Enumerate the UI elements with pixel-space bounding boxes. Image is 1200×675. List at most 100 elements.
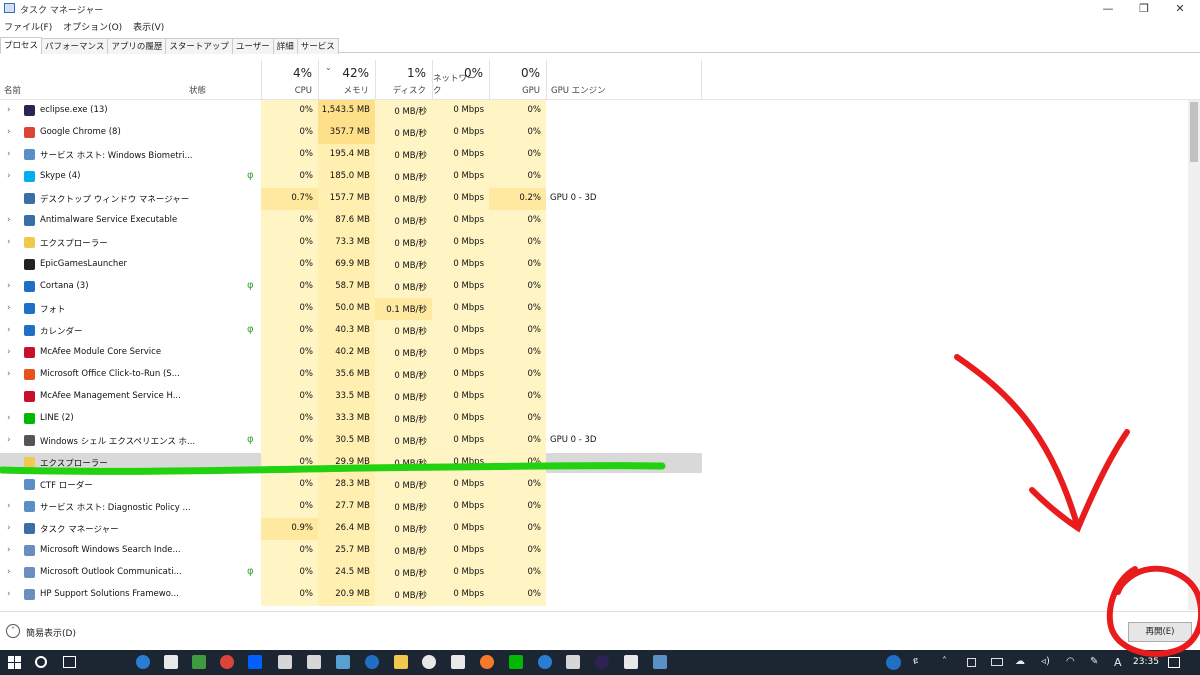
alarm-icon[interactable] (422, 655, 436, 669)
expand-chevron-icon[interactable]: › (7, 501, 11, 511)
expand-chevron-icon[interactable]: › (7, 435, 11, 445)
column-cpu[interactable]: 4% CPU (261, 60, 318, 100)
chevron-up-icon[interactable]: ˄ (6, 624, 20, 638)
column-gpu[interactable]: 0% GPU (489, 60, 546, 100)
column-disk[interactable]: 1% ディスク (375, 60, 432, 100)
close-button[interactable]: ✕ (1160, 0, 1200, 18)
process-row[interactable]: › HP Support Solutions Framewo... 0% 20.9 M… (0, 584, 1188, 606)
expand-chevron-icon[interactable]: › (7, 127, 11, 137)
expand-chevron-icon[interactable]: › (7, 303, 11, 313)
column-gpu-engine[interactable]: GPU エンジン (546, 60, 701, 100)
tray-app-icon[interactable] (967, 658, 976, 667)
expand-chevron-icon[interactable]: › (7, 567, 11, 577)
ime-indicator[interactable]: A (1114, 656, 1122, 669)
windows-start-icon[interactable] (8, 656, 21, 669)
process-row[interactable]: › Google Chrome (8) 0% 357.7 MB 0 MB/秒 0 Mbps… (0, 122, 1188, 144)
fewer-details-link[interactable]: 簡易表示(D) (26, 626, 76, 639)
expand-chevron-icon[interactable]: › (7, 325, 11, 335)
chevron-up-tray-icon[interactable]: ˄ (942, 656, 947, 667)
expand-chevron-icon[interactable]: › (7, 171, 11, 181)
process-row[interactable]: › eclipse.exe (13) 0% 1,543.5 MB 0 MB/秒 0 Mbp… (0, 100, 1188, 122)
help-icon[interactable] (886, 655, 901, 670)
app-icon-green[interactable] (192, 655, 206, 669)
scrollbar-thumb[interactable] (1190, 102, 1198, 162)
column-memory[interactable]: ⌄ 42% メモリ (318, 60, 375, 100)
process-row[interactable]: › Antimalware Service Executable 0% 87.6 MB… (0, 210, 1188, 232)
expand-chevron-icon[interactable]: › (7, 545, 11, 555)
battery-icon[interactable] (991, 658, 1003, 666)
process-row[interactable]: EpicGamesLauncher 0% 69.9 MB 0 MB/秒 0 Mbps 0% (0, 254, 1188, 276)
calendar-icon[interactable] (307, 655, 321, 669)
menu-file[interactable]: ファイル(F) (0, 18, 56, 35)
expand-chevron-icon[interactable]: › (7, 281, 11, 291)
process-row[interactable]: CTF ローダー 0% 28.3 MB 0 MB/秒 0 Mbps 0% (0, 474, 1188, 496)
process-row[interactable]: › Windows シェル エクスペリエンス ホ... φ 0% 30.5 MB 0 MB… (0, 430, 1188, 452)
menu-view[interactable]: 表示(V) (129, 18, 168, 35)
process-row[interactable]: › フォト 0% 50.0 MB 0.1 MB/秒 0 Mbps 0% (0, 298, 1188, 320)
process-row[interactable]: › Microsoft Office Click-to-Run (S... 0% 35… (0, 364, 1188, 386)
eclipse-icon[interactable] (595, 655, 609, 669)
tab-users[interactable]: ユーザー (231, 38, 274, 54)
search-circle-icon[interactable] (35, 656, 47, 668)
mail-icon[interactable] (278, 655, 292, 669)
photos-icon[interactable] (624, 655, 638, 669)
process-row[interactable]: › McAfee Module Core Service 0% 40.2 MB 0 MB… (0, 342, 1188, 364)
internet-explorer-icon[interactable] (538, 655, 552, 669)
pen-icon[interactable]: ✎ (1090, 656, 1098, 667)
process-row[interactable]: › カレンダー φ 0% 40.3 MB 0 MB/秒 0 Mbps 0% (0, 320, 1188, 342)
process-row[interactable]: › エクスプローラー 0% 73.3 MB 0 MB/秒 0 Mbps 0% (0, 232, 1188, 254)
wifi-icon[interactable]: ◠ (1066, 656, 1075, 667)
tab-app-history[interactable]: アプリの履歴 (107, 38, 167, 54)
process-row[interactable]: › Microsoft Outlook Communicati... φ 0% 24.5… (0, 562, 1188, 584)
maximize-button[interactable]: ❐ (1124, 0, 1164, 18)
expand-chevron-icon[interactable]: › (7, 589, 11, 599)
tab-performance[interactable]: パフォーマンス (41, 38, 109, 54)
app-icon-blue[interactable] (336, 655, 350, 669)
line-icon[interactable] (509, 655, 523, 669)
store-icon[interactable] (164, 655, 178, 669)
tab-details[interactable]: 詳細 (272, 38, 298, 54)
expand-chevron-icon[interactable]: › (7, 215, 11, 225)
process-row[interactable]: デスクトップ ウィンドウ マネージャー 0.7% 157.7 MB 0 MB/秒 0 M… (0, 188, 1188, 210)
blender-icon[interactable] (480, 655, 494, 669)
app-icon-circle[interactable] (365, 655, 379, 669)
task-manager-taskbar-icon[interactable] (653, 655, 667, 669)
process-row[interactable]: › Skype (4) φ 0% 185.0 MB 0 MB/秒 0 Mbps 0% (0, 166, 1188, 188)
task-view-icon[interactable] (63, 656, 76, 668)
tab-services[interactable]: サービス (296, 38, 339, 54)
expand-chevron-icon[interactable]: › (7, 523, 11, 533)
expand-chevron-icon[interactable]: › (7, 105, 11, 115)
tab-startup[interactable]: スタートアップ (165, 38, 233, 54)
minimize-button[interactable]: — (1088, 0, 1128, 18)
expand-chevron-icon[interactable]: › (7, 237, 11, 247)
edge-icon[interactable] (136, 655, 150, 669)
calculator-icon[interactable] (566, 655, 580, 669)
process-row[interactable]: › タスク マネージャー 0.9% 26.4 MB 0 MB/秒 0 Mbps 0% (0, 518, 1188, 540)
expand-chevron-icon[interactable]: › (7, 149, 11, 159)
cloud-icon[interactable]: ☁ (1015, 656, 1025, 667)
expand-chevron-icon[interactable]: › (7, 369, 11, 379)
process-row[interactable]: エクスプローラー 0% 29.9 MB 0 MB/秒 0 Mbps 0% (0, 452, 1188, 474)
people-icon[interactable]: ዩ (913, 656, 918, 667)
vertical-scrollbar[interactable] (1188, 100, 1200, 610)
tab-processes[interactable]: プロセス (0, 37, 43, 54)
process-row[interactable]: › サービス ホスト: Diagnostic Policy ... 0% 27.7 M… (0, 496, 1188, 518)
process-row[interactable]: › Microsoft Windows Search Inde... 0% 25.7 … (0, 540, 1188, 562)
process-row[interactable]: McAfee Management Service H... 0% 33.5 MB 0… (0, 386, 1188, 408)
dropbox-icon[interactable] (248, 655, 262, 669)
column-name[interactable]: 名前 (0, 60, 185, 100)
process-row[interactable]: › LINE (2) 0% 33.3 MB 0 MB/秒 0 Mbps 0% (0, 408, 1188, 430)
clock[interactable]: 23:35 (1133, 657, 1159, 667)
chrome-icon[interactable] (220, 655, 234, 669)
volume-icon[interactable]: ◃) (1041, 656, 1050, 667)
menu-options[interactable]: オプション(O) (59, 18, 126, 35)
resume-button[interactable]: 再開(E) (1128, 622, 1192, 642)
file-explorer-icon[interactable] (394, 655, 408, 669)
process-row[interactable]: › Cortana (3) φ 0% 58.7 MB 0 MB/秒 0 Mbps 0% (0, 276, 1188, 298)
camera-icon[interactable] (451, 655, 465, 669)
expand-chevron-icon[interactable]: › (7, 413, 11, 423)
process-row[interactable]: › サービス ホスト: Windows Biometri... 0% 195.4 MB… (0, 144, 1188, 166)
expand-chevron-icon[interactable]: › (7, 347, 11, 357)
column-network[interactable]: 0% ネットワーク (432, 60, 489, 100)
column-status[interactable]: 状態 (185, 60, 261, 100)
